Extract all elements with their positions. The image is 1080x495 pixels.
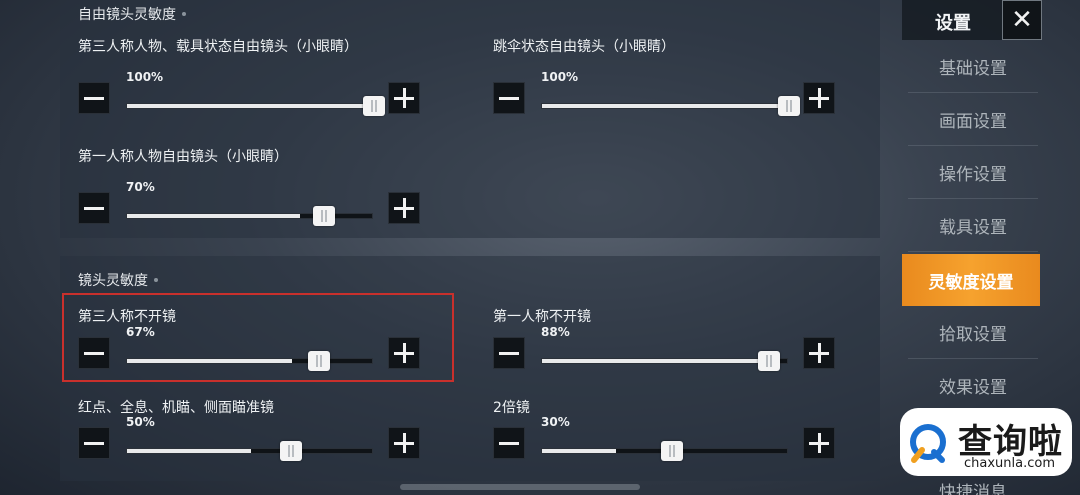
red-dot-slider[interactable]: 50%	[78, 415, 420, 461]
tpp-vehicle-slider[interactable]: 100%	[78, 70, 420, 116]
slider-thumb[interactable]	[312, 206, 335, 226]
parachute-slider[interactable]: 100%	[493, 70, 835, 116]
slider-thumb[interactable]	[279, 441, 302, 461]
slider-thumb[interactable]	[757, 351, 780, 371]
minus-icon	[499, 96, 519, 100]
minus-icon	[499, 441, 519, 445]
title-dot-icon	[182, 12, 186, 16]
close-icon: ✕	[1011, 5, 1033, 35]
plus-icon-v	[817, 343, 821, 363]
magnifier-logo-icon	[910, 424, 946, 463]
slider-value: 100%	[126, 70, 164, 84]
minus-icon	[499, 351, 519, 355]
minus-icon	[84, 96, 104, 100]
slider-fill	[542, 449, 617, 453]
sidebar-item-pickup[interactable]: 拾取设置	[908, 307, 1038, 359]
plus-icon-v	[817, 433, 821, 453]
decrease-button[interactable]	[493, 337, 525, 369]
increase-button[interactable]	[803, 82, 835, 114]
slider-thumb[interactable]	[778, 96, 800, 116]
fpp-label: 第一人称人物自由镜头（小眼睛）	[78, 149, 288, 165]
plus-icon-v	[402, 198, 406, 218]
slider-value: 100%	[541, 70, 579, 84]
sidebar-item-controls[interactable]: 操作设置	[908, 147, 1038, 199]
scroll-indicator[interactable]	[400, 484, 640, 490]
slider-track[interactable]	[541, 441, 788, 461]
slider-track[interactable]	[541, 96, 800, 116]
decrease-button[interactable]	[78, 82, 110, 114]
scope2x-slider[interactable]: 30%	[493, 415, 835, 461]
scope2x-label: 2倍镜	[493, 400, 530, 416]
slider-track[interactable]	[126, 96, 385, 116]
slider-value: 50%	[126, 415, 155, 429]
slider-fill	[542, 104, 789, 108]
section-title-text: 镜头灵敏度	[78, 273, 148, 289]
slider-thumb[interactable]	[363, 96, 385, 116]
slider-value: 70%	[126, 180, 155, 194]
plus-icon-v	[402, 88, 406, 108]
parachute-label: 跳伞状态自由镜头（小眼睛）	[493, 39, 675, 55]
increase-button[interactable]	[803, 337, 835, 369]
increase-button[interactable]	[803, 427, 835, 459]
sidebar-item-vehicle[interactable]: 载具设置	[908, 200, 1038, 252]
slider-fill	[127, 104, 374, 108]
watermark-url: chaxunla.com	[964, 456, 1055, 471]
plus-icon-v	[402, 433, 406, 453]
increase-button[interactable]	[388, 192, 420, 224]
decrease-button[interactable]	[493, 427, 525, 459]
minus-icon	[84, 206, 104, 210]
slider-track[interactable]	[126, 441, 373, 461]
decrease-button[interactable]	[78, 427, 110, 459]
slider-fill	[127, 214, 300, 218]
minus-icon	[84, 441, 104, 445]
watermark-logo: 查询啦 chaxunla.com	[900, 408, 1072, 476]
sidebar-item-sensitivity[interactable]: 灵敏度设置	[902, 254, 1040, 306]
slider-track[interactable]	[126, 206, 373, 226]
slider-track[interactable]	[541, 351, 788, 371]
fpp-noscope-slider[interactable]: 88%	[493, 325, 835, 371]
sidebar-item-basic[interactable]: 基础设置	[908, 41, 1038, 93]
fpp-noscope-label: 第一人称不开镜	[493, 309, 591, 325]
decrease-button[interactable]	[78, 192, 110, 224]
slider-value: 30%	[541, 415, 570, 429]
sidebar-title: 设置	[935, 13, 971, 34]
red-dot-label: 红点、全息、机瞄、侧面瞄准镜	[78, 400, 274, 416]
decrease-button[interactable]	[493, 82, 525, 114]
section-title-free-camera: 自由镜头灵敏度	[78, 4, 186, 24]
section-title-camera: 镜头灵敏度	[78, 270, 158, 290]
increase-button[interactable]	[388, 82, 420, 114]
section-title-text: 自由镜头灵敏度	[78, 7, 176, 23]
close-button[interactable]: ✕	[1002, 0, 1042, 40]
fpp-slider[interactable]: 70%	[78, 180, 420, 226]
slider-fill	[127, 449, 251, 453]
sidebar-item-graphics[interactable]: 画面设置	[908, 94, 1038, 146]
slider-fill	[542, 359, 760, 363]
plus-icon-v	[817, 88, 821, 108]
title-dot-icon	[154, 278, 158, 282]
sidebar-item-effects[interactable]: 效果设置	[908, 360, 1038, 412]
slider-thumb[interactable]	[661, 441, 684, 461]
highlight-annotation	[62, 293, 454, 382]
tpp-vehicle-label: 第三人称人物、载具状态自由镜头（小眼睛）	[78, 39, 358, 55]
free-camera-panel: 自由镜头灵敏度 第三人称人物、载具状态自由镜头（小眼睛） 100% 跳伞状态自由…	[60, 0, 880, 238]
slider-value: 88%	[541, 325, 570, 339]
increase-button[interactable]	[388, 427, 420, 459]
